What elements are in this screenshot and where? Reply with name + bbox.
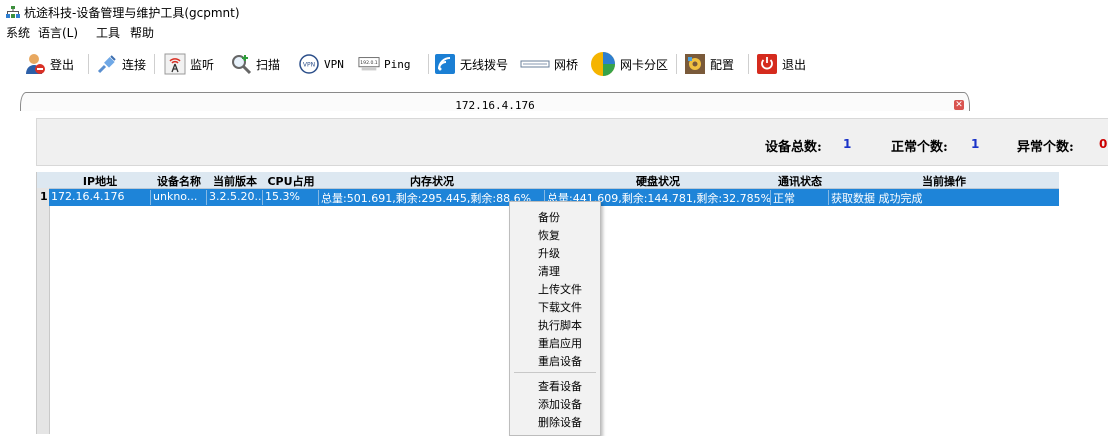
normal-count-label: 正常个数: [891,140,948,155]
app-network-icon [6,6,20,18]
toolbar-separator [748,54,749,74]
bridge-button[interactable]: 网桥 [520,52,578,76]
row-number-column [37,188,50,434]
cell-cpu: 15.3% [263,190,319,205]
menu-separator [514,372,596,373]
menu-help[interactable]: 帮助 [130,24,154,41]
menu-item-run-script[interactable]: 执行脚本 [538,317,582,333]
abnormal-count-value: 0 [1099,137,1108,151]
total-count-label: 设备总数: [765,140,822,155]
power-icon [756,53,778,75]
logout-button[interactable]: 登出 [24,52,74,76]
cell-version: 3.2.5.20... [209,190,263,205]
col-comm-status[interactable]: 通讯状态 [771,173,829,189]
col-memory[interactable]: 内存状况 [319,173,545,189]
table-header: IP地址 设备名称 当前版本 CPU占用 内存状况 硬盘状况 通讯状态 当前操作 [37,172,1059,189]
col-ip[interactable]: IP地址 [49,173,151,189]
close-icon[interactable]: ✕ [954,100,964,110]
monitor-button[interactable]: 监听 [164,52,214,76]
scan-button[interactable]: 扫描 [230,52,280,76]
toolbar-separator [428,54,429,74]
menu-item-cleanup[interactable]: 清理 [538,263,560,279]
connect-plug-icon [96,53,118,75]
row-number: 1 [40,190,48,203]
col-disk[interactable]: 硬盘状况 [545,173,771,189]
menu-bar: 系统 语言(L) 工具 帮助 [0,22,1108,42]
tab-label: 172.16.4.176 [455,99,535,112]
toolbar: 登出 连接 监听 扫描 VPN VPN 192.0.1 Ping 无线拨号 网桥… [0,44,1108,84]
window-title: 杭途科技-设备管理与维护工具(gcpmnt) [24,6,240,20]
context-menu: 备份 恢复 升级 清理 上传文件 下载文件 执行脚本 重启应用 重启设备 查看设… [509,201,601,436]
pie-partition-icon [590,52,616,76]
summary-panel: 设备总数: 1 正常个数: 1 异常个数: 0 [36,118,1108,166]
menu-language[interactable]: 语言(L) [38,24,78,41]
toolbar-separator [676,54,677,74]
menu-system[interactable]: 系统 [6,24,30,41]
menu-item-restart-app[interactable]: 重启应用 [538,335,582,351]
toolbar-separator [154,54,155,74]
exit-button[interactable]: 退出 [756,52,806,76]
svg-text:192.0.1: 192.0.1 [360,60,378,66]
menu-item-upload-file[interactable]: 上传文件 [538,281,582,297]
nic-partition-button[interactable]: 网卡分区 [590,52,668,76]
normal-count-value: 1 [971,137,980,151]
menu-tools[interactable]: 工具 [96,24,120,41]
scan-magnifier-icon [230,53,252,75]
tab-device[interactable]: 172.16.4.176 ✕ [20,92,970,112]
toolbar-separator [88,54,89,74]
menu-item-add-device[interactable]: 添加设备 [538,396,582,412]
user-logout-icon [24,53,46,75]
menu-item-upgrade[interactable]: 升级 [538,245,560,261]
menu-item-restart-device[interactable]: 重启设备 [538,353,582,369]
config-gear-icon [684,53,706,75]
menu-item-delete-device[interactable]: 删除设备 [538,414,582,430]
menu-item-view-device[interactable]: 查看设备 [538,378,582,394]
cell-current-op: 获取数据 成功完成 [831,192,923,205]
menu-item-backup[interactable]: 备份 [538,209,560,225]
connect-button[interactable]: 连接 [96,52,146,76]
col-device-name[interactable]: 设备名称 [151,173,207,189]
ping-monitor-icon: 192.0.1 [358,53,380,75]
cell-comm-status: 正常 [771,190,829,205]
config-button[interactable]: 配置 [684,52,734,76]
svg-text:VPN: VPN [303,62,315,69]
menu-item-download-file[interactable]: 下载文件 [538,299,582,315]
bridge-icon [520,53,550,75]
col-current-op[interactable]: 当前操作 [829,173,1059,189]
wireless-dial-button[interactable]: 无线拨号 [434,52,508,76]
menu-item-restore[interactable]: 恢复 [538,227,560,243]
cell-device-name: unkno... [151,190,207,205]
ping-button[interactable]: 192.0.1 Ping [358,52,411,76]
vpn-icon: VPN [298,53,320,75]
abnormal-count-label: 异常个数: [1017,140,1074,155]
title-bar: 杭途科技-设备管理与维护工具(gcpmnt) [0,0,1108,22]
cell-ip: 172.16.4.176 [49,190,151,205]
total-count-value: 1 [843,137,852,151]
col-cpu[interactable]: CPU占用 [263,173,319,189]
vpn-button[interactable]: VPN VPN [298,52,344,76]
antenna-icon [164,53,186,75]
col-version[interactable]: 当前版本 [207,173,263,189]
device-tab-bar: 172.16.4.176 ✕ [16,88,976,112]
wifi-signal-icon [434,53,456,75]
